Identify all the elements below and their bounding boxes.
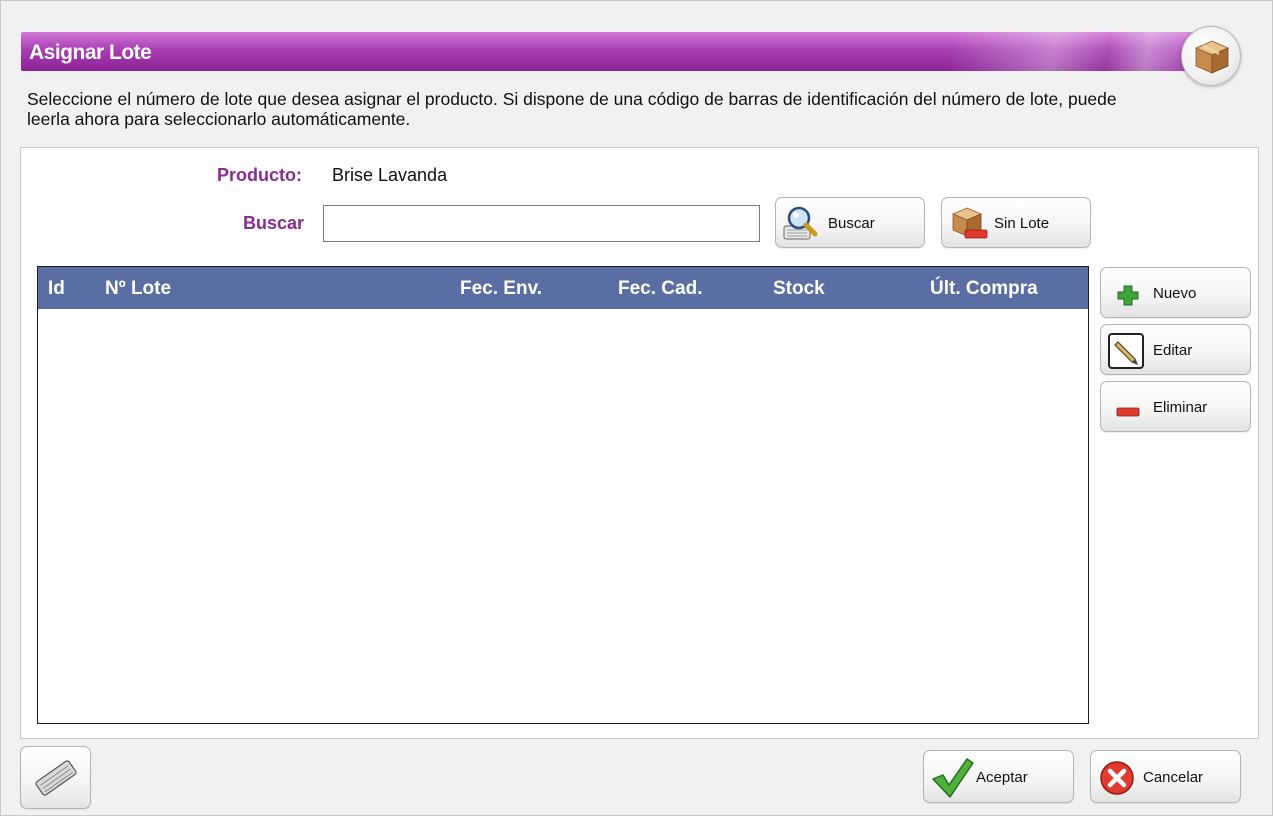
- package-minus-icon: [947, 204, 991, 248]
- package-box-icon: [1181, 26, 1241, 86]
- instructions-text: Seleccione el número de lote que desea a…: [27, 89, 1117, 129]
- buscar-button[interactable]: Buscar: [775, 197, 925, 248]
- aceptar-button-label: Aceptar: [976, 769, 1028, 786]
- nuevo-button-label: Nuevo: [1153, 285, 1197, 302]
- aceptar-button[interactable]: Aceptar: [923, 750, 1074, 803]
- title-bar-sheen: [951, 32, 1211, 71]
- cancelar-button[interactable]: Cancelar: [1090, 750, 1241, 803]
- sin-lote-button-label: Sin Lote: [994, 215, 1050, 232]
- eliminar-button[interactable]: Eliminar: [1100, 381, 1251, 432]
- buscar-label: Buscar: [243, 213, 305, 233]
- producto-label: Producto:: [217, 165, 302, 185]
- red-minus-icon: [1116, 404, 1140, 421]
- eliminar-button-label: Eliminar: [1153, 399, 1208, 416]
- column-header-fec-cad[interactable]: Fec. Cad.: [618, 278, 702, 300]
- window-title: Asignar Lote: [29, 41, 152, 64]
- nuevo-button[interactable]: Nuevo: [1100, 267, 1251, 318]
- buscar-button-label: Buscar: [828, 215, 875, 232]
- pencil-edit-icon: [1108, 333, 1144, 373]
- magnifier-keyboard-icon: [782, 204, 822, 246]
- producto-value: Brise Lavanda: [332, 165, 448, 185]
- keyboard-button[interactable]: [20, 746, 91, 809]
- sin-lote-button[interactable]: Sin Lote: [941, 197, 1091, 248]
- asignar-lote-window: Asignar Lote Seleccione el número de lot…: [0, 0, 1273, 816]
- column-header-id[interactable]: Id: [48, 278, 65, 300]
- green-plus-icon: [1116, 284, 1140, 310]
- green-check-icon: [929, 755, 975, 803]
- column-header-fec-env[interactable]: Fec. Env.: [460, 278, 542, 300]
- editar-button-label: Editar: [1153, 342, 1193, 359]
- table-body[interactable]: [38, 309, 1088, 723]
- column-header-num-lote[interactable]: Nº Lote: [105, 278, 171, 300]
- table-header: Id Nº Lote Fec. Env. Fec. Cad. Stock Últ…: [38, 267, 1088, 309]
- cancelar-button-label: Cancelar: [1143, 769, 1204, 786]
- red-x-circle-icon: [1099, 760, 1135, 800]
- lote-table[interactable]: Id Nº Lote Fec. Env. Fec. Cad. Stock Últ…: [37, 266, 1089, 724]
- search-input[interactable]: [323, 205, 760, 242]
- title-bar: Asignar Lote: [21, 32, 1211, 71]
- column-header-ult-compra[interactable]: Últ. Compra: [930, 278, 1038, 300]
- editar-button[interactable]: Editar: [1100, 324, 1251, 375]
- column-header-stock[interactable]: Stock: [773, 278, 825, 300]
- keyboard-icon: [32, 755, 80, 805]
